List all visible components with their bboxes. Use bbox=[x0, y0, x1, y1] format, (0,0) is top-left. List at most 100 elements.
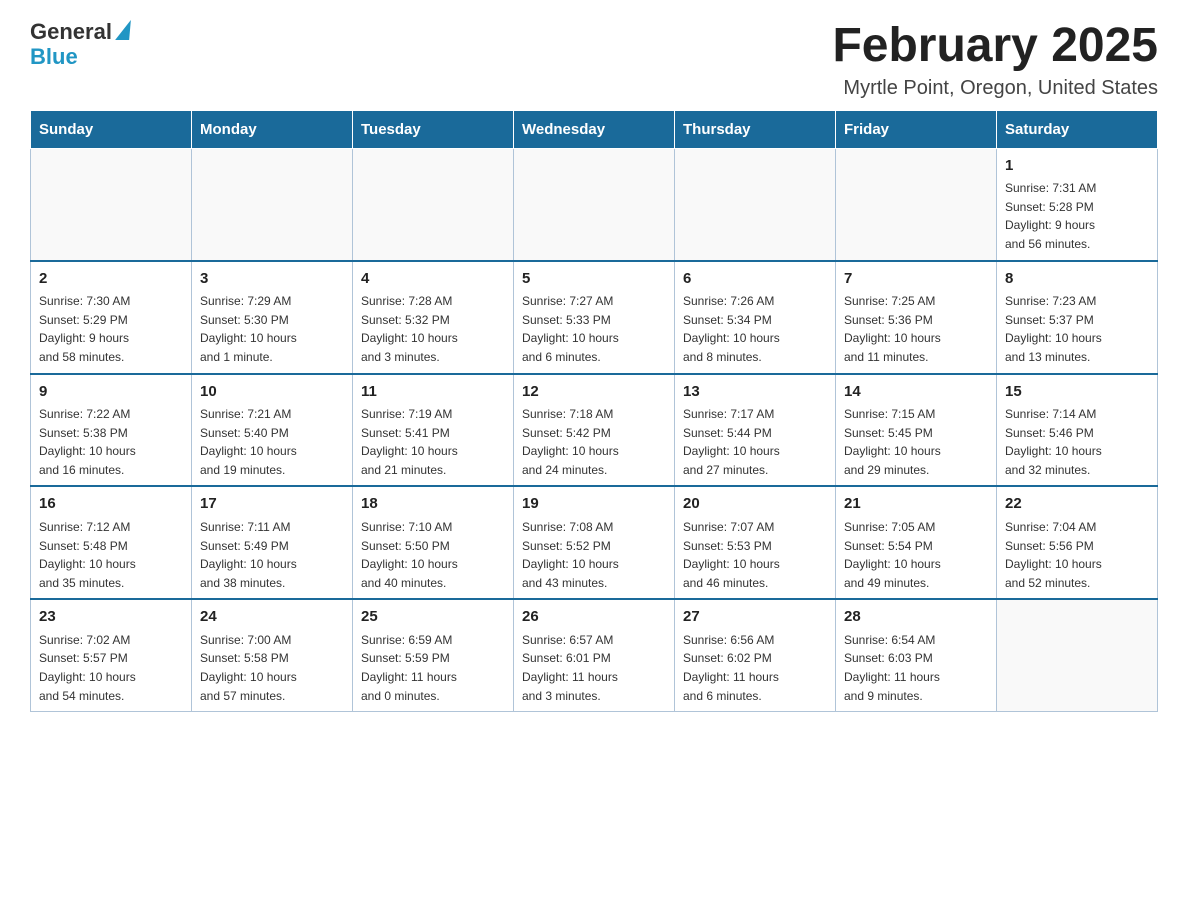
day-info: Sunrise: 6:57 AMSunset: 6:01 PMDaylight:… bbox=[522, 631, 666, 705]
table-row: 28Sunrise: 6:54 AMSunset: 6:03 PMDayligh… bbox=[836, 599, 997, 711]
day-number: 2 bbox=[39, 268, 183, 291]
table-row: 20Sunrise: 7:07 AMSunset: 5:53 PMDayligh… bbox=[675, 486, 836, 599]
table-row bbox=[514, 148, 675, 260]
table-row: 2Sunrise: 7:30 AMSunset: 5:29 PMDaylight… bbox=[31, 261, 192, 374]
day-info: Sunrise: 7:14 AMSunset: 5:46 PMDaylight:… bbox=[1005, 405, 1149, 479]
day-info: Sunrise: 7:00 AMSunset: 5:58 PMDaylight:… bbox=[200, 631, 344, 705]
header-wednesday: Wednesday bbox=[514, 110, 675, 148]
day-number: 17 bbox=[200, 493, 344, 516]
day-number: 26 bbox=[522, 606, 666, 629]
table-row bbox=[675, 148, 836, 260]
header-monday: Monday bbox=[192, 110, 353, 148]
table-row: 15Sunrise: 7:14 AMSunset: 5:46 PMDayligh… bbox=[997, 374, 1158, 487]
calendar-week-row: 2Sunrise: 7:30 AMSunset: 5:29 PMDaylight… bbox=[31, 261, 1158, 374]
table-row: 1Sunrise: 7:31 AMSunset: 5:28 PMDaylight… bbox=[997, 148, 1158, 260]
table-row: 25Sunrise: 6:59 AMSunset: 5:59 PMDayligh… bbox=[353, 599, 514, 711]
table-row bbox=[192, 148, 353, 260]
day-info: Sunrise: 7:08 AMSunset: 5:52 PMDaylight:… bbox=[522, 518, 666, 592]
day-info: Sunrise: 7:15 AMSunset: 5:45 PMDaylight:… bbox=[844, 405, 988, 479]
table-row: 9Sunrise: 7:22 AMSunset: 5:38 PMDaylight… bbox=[31, 374, 192, 487]
table-row: 4Sunrise: 7:28 AMSunset: 5:32 PMDaylight… bbox=[353, 261, 514, 374]
table-row bbox=[31, 148, 192, 260]
table-row bbox=[997, 599, 1158, 711]
day-info: Sunrise: 7:12 AMSunset: 5:48 PMDaylight:… bbox=[39, 518, 183, 592]
table-row: 27Sunrise: 6:56 AMSunset: 6:02 PMDayligh… bbox=[675, 599, 836, 711]
day-number: 15 bbox=[1005, 381, 1149, 404]
table-row bbox=[836, 148, 997, 260]
table-row: 19Sunrise: 7:08 AMSunset: 5:52 PMDayligh… bbox=[514, 486, 675, 599]
calendar-week-row: 9Sunrise: 7:22 AMSunset: 5:38 PMDaylight… bbox=[31, 374, 1158, 487]
day-number: 25 bbox=[361, 606, 505, 629]
day-info: Sunrise: 7:17 AMSunset: 5:44 PMDaylight:… bbox=[683, 405, 827, 479]
logo-text-blue: Blue bbox=[30, 45, 78, 69]
day-info: Sunrise: 7:21 AMSunset: 5:40 PMDaylight:… bbox=[200, 405, 344, 479]
table-row: 14Sunrise: 7:15 AMSunset: 5:45 PMDayligh… bbox=[836, 374, 997, 487]
page-header: General Blue February 2025 Myrtle Point,… bbox=[30, 20, 1158, 100]
day-info: Sunrise: 7:28 AMSunset: 5:32 PMDaylight:… bbox=[361, 292, 505, 366]
day-number: 18 bbox=[361, 493, 505, 516]
table-row: 22Sunrise: 7:04 AMSunset: 5:56 PMDayligh… bbox=[997, 486, 1158, 599]
table-row: 16Sunrise: 7:12 AMSunset: 5:48 PMDayligh… bbox=[31, 486, 192, 599]
header-sunday: Sunday bbox=[31, 110, 192, 148]
day-info: Sunrise: 7:29 AMSunset: 5:30 PMDaylight:… bbox=[200, 292, 344, 366]
day-number: 5 bbox=[522, 268, 666, 291]
day-number: 1 bbox=[1005, 155, 1149, 178]
day-info: Sunrise: 7:31 AMSunset: 5:28 PMDaylight:… bbox=[1005, 179, 1149, 253]
day-info: Sunrise: 6:54 AMSunset: 6:03 PMDaylight:… bbox=[844, 631, 988, 705]
calendar-week-row: 16Sunrise: 7:12 AMSunset: 5:48 PMDayligh… bbox=[31, 486, 1158, 599]
day-info: Sunrise: 7:25 AMSunset: 5:36 PMDaylight:… bbox=[844, 292, 988, 366]
header-tuesday: Tuesday bbox=[353, 110, 514, 148]
header-saturday: Saturday bbox=[997, 110, 1158, 148]
day-info: Sunrise: 7:11 AMSunset: 5:49 PMDaylight:… bbox=[200, 518, 344, 592]
table-row: 13Sunrise: 7:17 AMSunset: 5:44 PMDayligh… bbox=[675, 374, 836, 487]
day-info: Sunrise: 6:59 AMSunset: 5:59 PMDaylight:… bbox=[361, 631, 505, 705]
day-number: 19 bbox=[522, 493, 666, 516]
day-number: 10 bbox=[200, 381, 344, 404]
day-info: Sunrise: 7:18 AMSunset: 5:42 PMDaylight:… bbox=[522, 405, 666, 479]
calendar-week-row: 23Sunrise: 7:02 AMSunset: 5:57 PMDayligh… bbox=[31, 599, 1158, 711]
day-info: Sunrise: 7:27 AMSunset: 5:33 PMDaylight:… bbox=[522, 292, 666, 366]
day-number: 11 bbox=[361, 381, 505, 404]
day-number: 3 bbox=[200, 268, 344, 291]
day-number: 8 bbox=[1005, 268, 1149, 291]
table-row: 23Sunrise: 7:02 AMSunset: 5:57 PMDayligh… bbox=[31, 599, 192, 711]
day-number: 20 bbox=[683, 493, 827, 516]
month-title: February 2025 bbox=[832, 20, 1158, 73]
day-number: 22 bbox=[1005, 493, 1149, 516]
table-row: 6Sunrise: 7:26 AMSunset: 5:34 PMDaylight… bbox=[675, 261, 836, 374]
day-number: 4 bbox=[361, 268, 505, 291]
table-row: 7Sunrise: 7:25 AMSunset: 5:36 PMDaylight… bbox=[836, 261, 997, 374]
day-number: 12 bbox=[522, 381, 666, 404]
table-row: 10Sunrise: 7:21 AMSunset: 5:40 PMDayligh… bbox=[192, 374, 353, 487]
day-number: 28 bbox=[844, 606, 988, 629]
title-section: February 2025 Myrtle Point, Oregon, Unit… bbox=[832, 20, 1158, 100]
day-info: Sunrise: 7:02 AMSunset: 5:57 PMDaylight:… bbox=[39, 631, 183, 705]
day-info: Sunrise: 7:19 AMSunset: 5:41 PMDaylight:… bbox=[361, 405, 505, 479]
day-info: Sunrise: 7:23 AMSunset: 5:37 PMDaylight:… bbox=[1005, 292, 1149, 366]
day-number: 7 bbox=[844, 268, 988, 291]
table-row: 11Sunrise: 7:19 AMSunset: 5:41 PMDayligh… bbox=[353, 374, 514, 487]
logo: General Blue bbox=[30, 20, 130, 69]
day-info: Sunrise: 7:26 AMSunset: 5:34 PMDaylight:… bbox=[683, 292, 827, 366]
table-row: 17Sunrise: 7:11 AMSunset: 5:49 PMDayligh… bbox=[192, 486, 353, 599]
header-friday: Friday bbox=[836, 110, 997, 148]
table-row: 24Sunrise: 7:00 AMSunset: 5:58 PMDayligh… bbox=[192, 599, 353, 711]
day-number: 27 bbox=[683, 606, 827, 629]
day-info: Sunrise: 6:56 AMSunset: 6:02 PMDaylight:… bbox=[683, 631, 827, 705]
table-row: 3Sunrise: 7:29 AMSunset: 5:30 PMDaylight… bbox=[192, 261, 353, 374]
table-row: 12Sunrise: 7:18 AMSunset: 5:42 PMDayligh… bbox=[514, 374, 675, 487]
day-info: Sunrise: 7:04 AMSunset: 5:56 PMDaylight:… bbox=[1005, 518, 1149, 592]
day-number: 21 bbox=[844, 493, 988, 516]
calendar-week-row: 1Sunrise: 7:31 AMSunset: 5:28 PMDaylight… bbox=[31, 148, 1158, 260]
location-title: Myrtle Point, Oregon, United States bbox=[832, 77, 1158, 100]
table-row: 5Sunrise: 7:27 AMSunset: 5:33 PMDaylight… bbox=[514, 261, 675, 374]
day-number: 6 bbox=[683, 268, 827, 291]
table-row: 18Sunrise: 7:10 AMSunset: 5:50 PMDayligh… bbox=[353, 486, 514, 599]
day-number: 23 bbox=[39, 606, 183, 629]
day-info: Sunrise: 7:05 AMSunset: 5:54 PMDaylight:… bbox=[844, 518, 988, 592]
day-info: Sunrise: 7:10 AMSunset: 5:50 PMDaylight:… bbox=[361, 518, 505, 592]
day-number: 9 bbox=[39, 381, 183, 404]
table-row: 21Sunrise: 7:05 AMSunset: 5:54 PMDayligh… bbox=[836, 486, 997, 599]
day-info: Sunrise: 7:07 AMSunset: 5:53 PMDaylight:… bbox=[683, 518, 827, 592]
day-info: Sunrise: 7:22 AMSunset: 5:38 PMDaylight:… bbox=[39, 405, 183, 479]
